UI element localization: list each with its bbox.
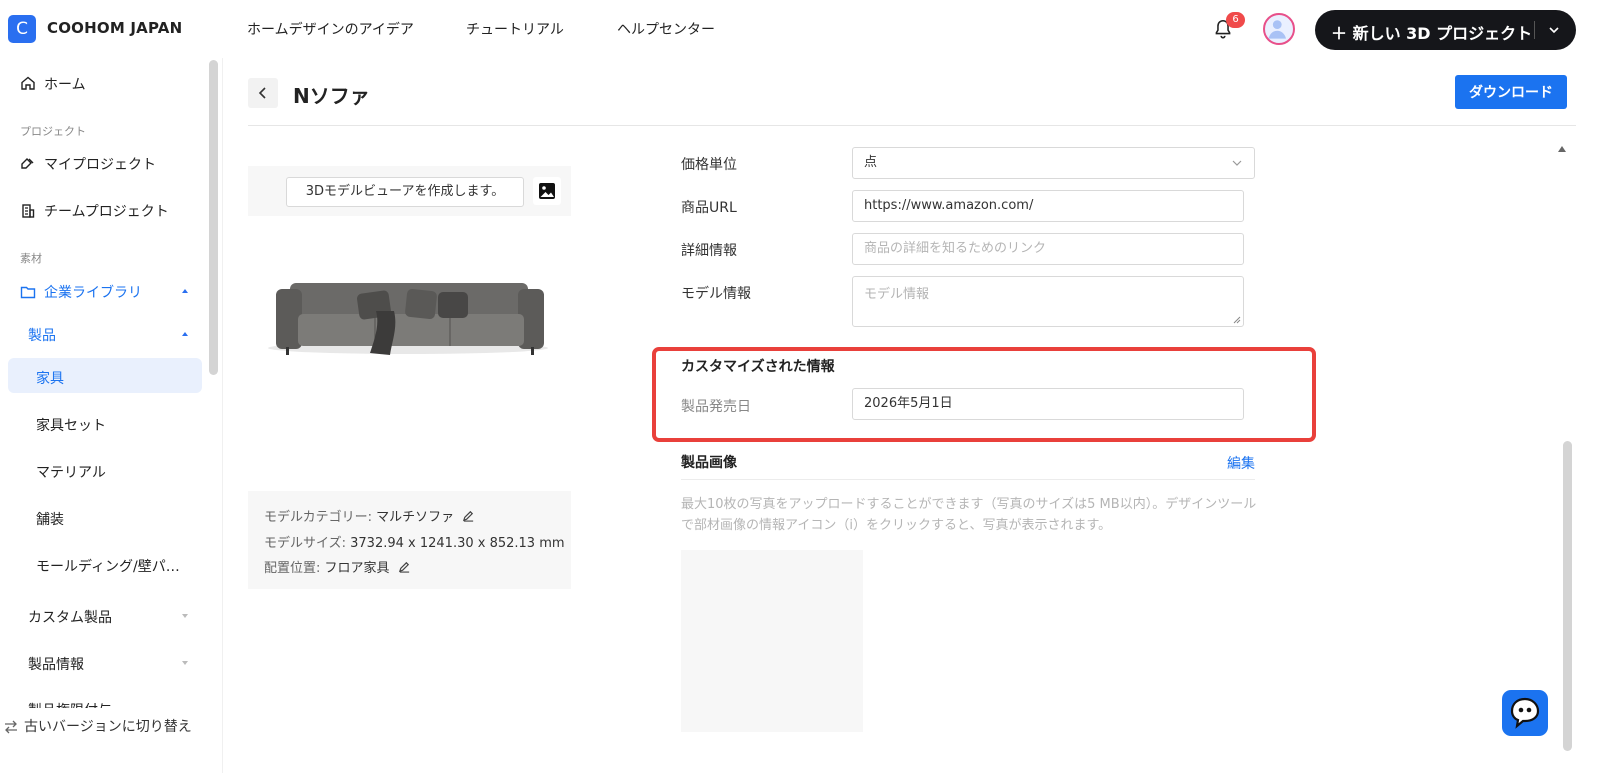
product-images-hint: 最大10枚の写真をアップロードすることができます（写真のサイズは5 MB以内）。… — [681, 497, 1257, 533]
sidebar-item-custom-products[interactable]: カスタム製品 — [28, 607, 112, 627]
model-info-textarea[interactable]: モデル情報 — [852, 276, 1244, 327]
folder-icon — [20, 286, 36, 299]
price-unit-label: 価格単位 — [681, 157, 737, 173]
download-button[interactable]: ダウンロード — [1455, 75, 1567, 109]
create-3d-viewer-button[interactable]: 3Dモデルビューアを作成します。 — [286, 177, 524, 207]
pencil-house-icon — [21, 158, 34, 169]
sidebar-item-enterprise-library[interactable]: 企業ライブラリ — [44, 282, 142, 302]
sofa-illustration — [268, 283, 548, 355]
model-size-line: モデルサイズ: 3732.94 x 1241.30 x 852.13 mm — [264, 532, 565, 551]
notification-badge: 6 — [1226, 12, 1245, 28]
avatar[interactable] — [1263, 13, 1295, 45]
new-3d-project-button[interactable]: ＋ 新しい 3D プロジェクト — [1315, 10, 1576, 50]
main-scrollbar[interactable] — [1563, 441, 1572, 751]
sidebar-item-team-projects[interactable]: チームプロジェクト — [44, 201, 169, 221]
sidebar-item-material[interactable]: マテリアル — [36, 462, 106, 482]
user-avatar-icon — [1268, 20, 1286, 39]
home-icon — [21, 76, 35, 90]
sidebar-item-home[interactable]: ホーム — [44, 74, 86, 94]
price-unit-select[interactable]: 点 — [852, 147, 1255, 179]
edit-pencil-icon[interactable] — [462, 509, 475, 522]
model-size-value: 3732.94 x 1241.30 x 852.13 mm — [350, 536, 565, 551]
model-category-value: マルチソファ — [376, 510, 455, 525]
model-info-label: モデル情報 — [681, 286, 751, 302]
model-category-line: モデルカテゴリー: マルチソファ — [264, 506, 475, 525]
sidebar-item-products[interactable]: 製品 — [28, 325, 56, 345]
model-info-placeholder: モデル情報 — [864, 287, 930, 302]
building-icon — [22, 204, 35, 218]
chevron-down-icon — [1232, 160, 1242, 166]
sofa-image — [248, 216, 571, 491]
chevron-down-icon[interactable] — [1547, 23, 1561, 37]
new-3d-project-label: ＋ 新しい 3D プロジェクト — [1331, 24, 1533, 43]
scroll-up-arrow-icon[interactable] — [1558, 146, 1566, 152]
product-image-placeholder[interactable] — [681, 550, 863, 732]
resize-grip-icon[interactable] — [1233, 316, 1241, 324]
sidebar-item-furniture[interactable]: 家具 — [36, 368, 64, 388]
page-title: Nソファ — [293, 84, 370, 108]
model-category-label: モデルカテゴリー: — [264, 510, 372, 525]
placement-line: 配置位置: フロア家具 — [264, 557, 411, 576]
caret-down-icon[interactable] — [182, 661, 188, 665]
caret-up-icon[interactable] — [182, 332, 188, 336]
product-images-title: 製品画像 — [681, 455, 737, 471]
image-icon — [539, 183, 555, 199]
product-images-edit-link[interactable]: 編集 — [1227, 453, 1255, 473]
sidebar-item-furniture-set[interactable]: 家具セット — [36, 415, 106, 435]
logo-icon[interactable]: C — [8, 15, 36, 43]
image-button[interactable] — [533, 177, 561, 205]
caret-up-icon[interactable] — [182, 289, 188, 293]
edit-pencil-icon[interactable] — [398, 560, 411, 573]
sidebar-section-project: プロジェクト — [20, 125, 86, 138]
section-divider — [681, 479, 1255, 480]
product-url-input[interactable]: https://www.amazon.com/ — [852, 190, 1244, 222]
model-preview-card: 3Dモデルビューアを作成します。 モデルカテゴリー: マルチソファ モデルサイズ… — [248, 166, 571, 589]
model-size-label: モデルサイズ: — [264, 536, 346, 551]
release-date-input[interactable]: 2026年5月1日 — [852, 388, 1244, 420]
sidebar-section-material: 素材 — [20, 252, 42, 265]
product-url-label: 商品URL — [681, 200, 737, 216]
caret-down-icon[interactable] — [182, 614, 188, 618]
sidebar-footer: 古いバージョンに切り替え — [0, 708, 215, 773]
detail-info-label: 詳細情報 — [681, 243, 737, 259]
header-divider — [248, 125, 1576, 126]
top-bar: C COOHOM JAPAN ホームデザインのアイデア チュートリアル ヘルプセ… — [0, 0, 1600, 58]
price-unit-value: 点 — [864, 155, 878, 170]
sidebar-item-molding[interactable]: モールディング/壁パ… — [36, 556, 180, 576]
nav-help-center[interactable]: ヘルプセンター — [617, 19, 715, 39]
button-divider — [1534, 21, 1535, 39]
nav-home-design-ideas[interactable]: ホームデザインのアイデア — [247, 19, 414, 39]
chat-icon — [1510, 697, 1540, 729]
detail-info-input[interactable]: 商品の詳細を知るためのリンク — [852, 233, 1244, 265]
chevron-left-icon — [258, 87, 266, 99]
placement-value: フロア家具 — [324, 561, 390, 576]
sidebar-scrollbar[interactable] — [209, 60, 218, 375]
sidebar-item-my-projects[interactable]: マイプロジェクト — [44, 154, 156, 174]
sidebar-item-paving[interactable]: 舗装 — [36, 509, 64, 529]
nav-tutorials[interactable]: チュートリアル — [466, 19, 564, 39]
release-date-label: 製品発売日 — [681, 399, 751, 415]
brand-name[interactable]: COOHOM JAPAN — [47, 19, 182, 37]
chat-support-button[interactable] — [1502, 690, 1548, 736]
custom-info-title: カスタマイズされた情報 — [681, 359, 835, 375]
main-content: Nソファ ダウンロード 3Dモデルビューアを作成します。 モデルカテゴリー: マ… — [222, 58, 1600, 773]
switch-old-version-link[interactable]: 古いバージョンに切り替え — [24, 716, 192, 736]
sidebar-item-product-info[interactable]: 製品情報 — [28, 654, 84, 674]
back-button[interactable] — [248, 78, 278, 108]
placement-label: 配置位置: — [264, 561, 321, 576]
swap-icon — [5, 720, 17, 734]
sidebar: ホーム プロジェクト マイプロジェクト チームプロジェクト 素材 企業ライブラリ… — [0, 58, 222, 773]
